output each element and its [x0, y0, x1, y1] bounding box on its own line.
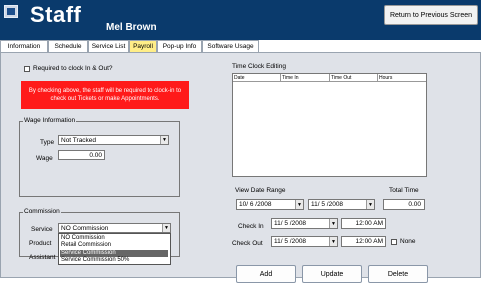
assistant-label: Assistant [29, 254, 56, 261]
required-clock-label: Required to clock In & Out? [33, 65, 113, 72]
chevron-down-icon[interactable]: ▼ [160, 136, 168, 144]
column-header-date[interactable]: Date [233, 74, 281, 82]
time-clock-label: Time Clock Editing [232, 63, 286, 70]
total-time-field: 0.00 [383, 199, 425, 210]
wage-group-label: Wage Information [23, 117, 77, 124]
wage-input[interactable]: 0.00 [58, 150, 105, 160]
none-label: None [400, 238, 416, 245]
type-select[interactable]: Not Tracked ▼ [58, 135, 169, 145]
tab-schedule[interactable]: Schedule [48, 40, 88, 52]
type-value: Not Tracked [61, 136, 97, 144]
check-out-label: Check Out [232, 240, 263, 247]
to-date-value: 11/ 5 /2008 [311, 201, 344, 208]
required-clock-checkbox[interactable] [24, 66, 30, 72]
tab-software-usage[interactable]: Software Usage [202, 40, 259, 52]
check-out-time-field[interactable]: 12:00 AM [341, 236, 386, 247]
staff-name: Mel Brown [106, 22, 157, 33]
product-label: Product [29, 240, 52, 247]
commission-option-selected[interactable]: Service Commission [60, 250, 168, 257]
service-commission-select[interactable]: NO Commission ▼ [58, 223, 171, 233]
none-checkbox[interactable] [391, 239, 397, 245]
tab-service-list[interactable]: Service List [88, 40, 129, 52]
check-in-time-field[interactable]: 12:00 AM [341, 218, 386, 229]
tab-bar: Information Schedule Service List Payrol… [0, 40, 481, 52]
update-button[interactable]: Update [302, 265, 362, 283]
chevron-down-icon[interactable]: ▼ [366, 200, 374, 209]
type-label: Type [40, 139, 55, 146]
wage-label: Wage [36, 155, 53, 162]
check-out-date-value: 11/ 5 /2008 [274, 238, 307, 245]
add-button[interactable]: Add [236, 265, 296, 283]
column-header-time-in[interactable]: Time In [281, 74, 330, 82]
tab-payroll[interactable]: Payroll [129, 40, 157, 52]
app-logo-icon [4, 5, 18, 18]
view-range-label: View Date Range [235, 187, 286, 194]
tab-information[interactable]: Information [0, 40, 48, 52]
chevron-down-icon[interactable]: ▼ [295, 200, 303, 209]
delete-button[interactable]: Delete [368, 265, 428, 283]
from-date-picker[interactable]: 10/ 6 /2008 ▼ [236, 199, 304, 210]
commission-option[interactable]: NO Commission [60, 235, 168, 242]
time-clock-grid[interactable]: Date Time In Time Out Hours [232, 73, 427, 177]
check-in-date-value: 11/ 5 /2008 [274, 220, 307, 227]
tab-popup-info[interactable]: Pop-up Info [157, 40, 202, 52]
from-date-value: 10/ 6 /2008 [239, 201, 272, 208]
page-title: Staff [30, 2, 82, 27]
return-button[interactable]: Return to Previous Screen [384, 5, 478, 25]
check-in-label: Check In [238, 223, 264, 230]
commission-group-label: Commission [23, 208, 61, 215]
commission-option[interactable]: Retail Commission [60, 242, 168, 249]
total-time-label: Total Time [389, 187, 419, 194]
clock-warning: By checking above, the staff will be req… [21, 81, 189, 109]
column-header-time-out[interactable]: Time Out [330, 74, 378, 82]
chevron-down-icon[interactable]: ▼ [329, 237, 337, 246]
column-header-hours[interactable]: Hours [378, 74, 426, 82]
check-out-date-picker[interactable]: 11/ 5 /2008 ▼ [271, 236, 338, 247]
commission-dropdown-list: NO Commission Retail Commission Service … [58, 233, 171, 265]
chevron-down-icon[interactable]: ▼ [162, 224, 170, 232]
service-label: Service [31, 226, 53, 233]
to-date-picker[interactable]: 11/ 5 /2008 ▼ [308, 199, 375, 210]
commission-option[interactable]: Service Commission 50% [60, 257, 168, 264]
check-in-date-picker[interactable]: 11/ 5 /2008 ▼ [271, 218, 338, 229]
service-value: NO Commission [61, 224, 109, 232]
chevron-down-icon[interactable]: ▼ [329, 219, 337, 228]
